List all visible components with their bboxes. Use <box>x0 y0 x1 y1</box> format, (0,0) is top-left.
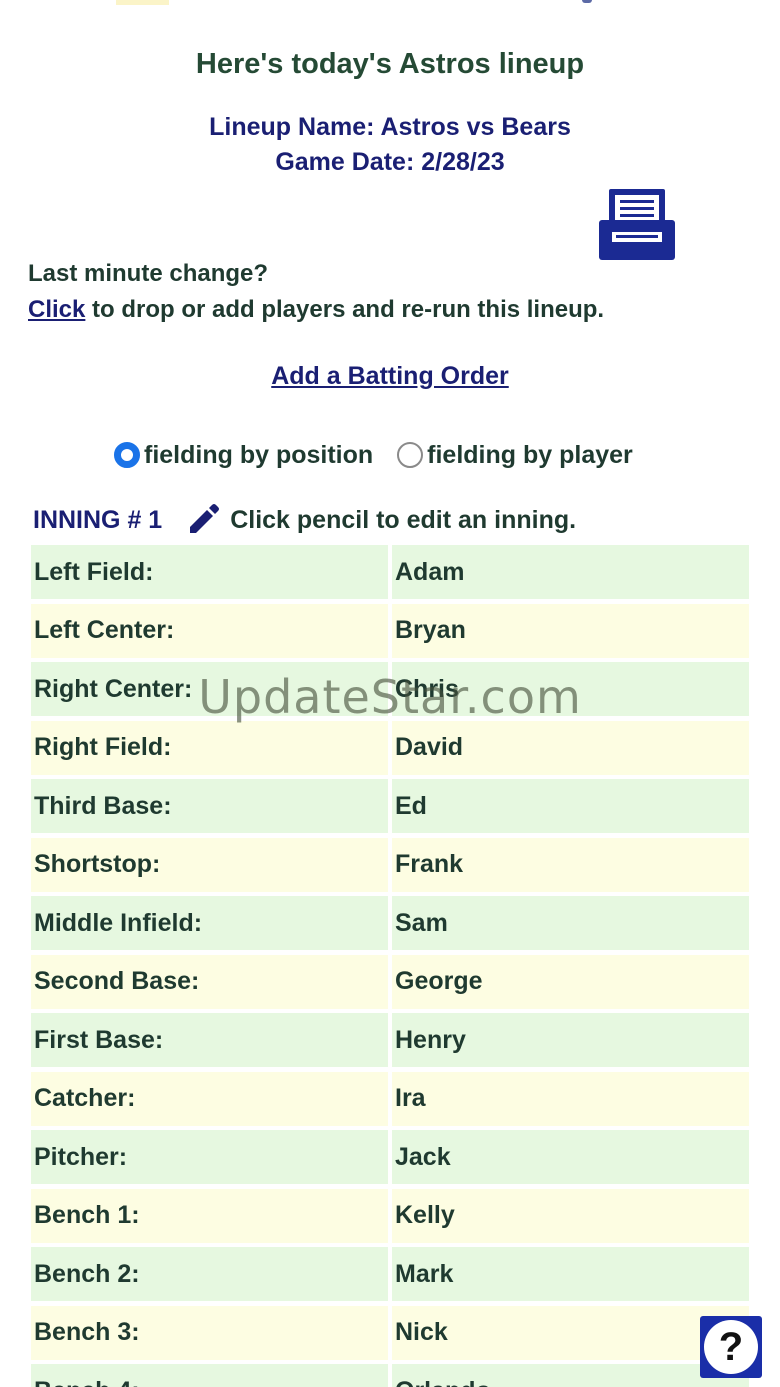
table-row: Catcher: Ira <box>31 1071 749 1126</box>
table-row: Middle Infield: Sam <box>31 896 749 950</box>
lineup-table: Left Field: Adam Left Center: Bryan Right Ce… <box>31 545 749 1387</box>
position-cell: Bench 3: <box>31 1305 388 1360</box>
radio-fielding-by-player[interactable]: fielding by player <box>397 441 633 470</box>
player-cell: Chris <box>392 662 749 716</box>
position-cell: Left Field: <box>31 545 388 599</box>
radio-label-player: fielding by player <box>427 440 633 469</box>
rerun-click-link[interactable]: Click <box>28 296 85 323</box>
position-cell: Right Center: <box>31 662 388 716</box>
help-icon: ? <box>704 1320 758 1374</box>
position-cell: Left Center: <box>31 603 388 658</box>
table-row: Pitcher: Jack <box>31 1130 749 1184</box>
position-cell: Bench 4: <box>31 1364 388 1387</box>
table-row: Left Field: Adam <box>31 545 749 599</box>
player-cell: Orlando <box>392 1364 749 1387</box>
page-title: Here's today's Astros lineup <box>195 48 585 80</box>
radio-selected-icon[interactable] <box>114 442 140 468</box>
table-row: Bench 2: Mark <box>31 1247 749 1301</box>
change-instruction: Click to drop or add players and re-run … <box>28 292 604 328</box>
table-row: Right Center: Chris <box>31 662 749 716</box>
player-cell: Sam <box>392 896 749 950</box>
table-row: Second Base: George <box>31 954 749 1009</box>
player-cell: Frank <box>392 837 749 892</box>
inning-edit-hint: Click pencil to edit an inning. <box>230 505 577 534</box>
lineup-name-value: Astros vs Bears <box>380 113 571 141</box>
position-cell: Pitcher: <box>31 1130 388 1184</box>
player-cell: Kelly <box>392 1188 749 1243</box>
lineup-name-line: Lineup Name: Astros vs Bears <box>0 113 780 142</box>
player-cell: Ira <box>392 1071 749 1126</box>
add-batting-order-link[interactable]: Add a Batting Order <box>271 362 509 390</box>
change-question: Last minute change? <box>28 260 269 287</box>
game-date-value: 2/28/23 <box>421 148 505 176</box>
player-cell: Mark <box>392 1247 749 1301</box>
position-cell: Middle Infield: <box>31 896 388 950</box>
view-mode-radio-group: fielding by position fielding by player <box>114 438 633 472</box>
player-cell: Nick <box>392 1305 749 1360</box>
player-cell: George <box>392 954 749 1009</box>
player-cell: Bryan <box>392 603 749 658</box>
game-date-line: Game Date: 2/28/23 <box>0 148 780 177</box>
player-cell: Adam <box>392 545 749 599</box>
last-minute-change: Last minute change? Click to drop or add… <box>28 256 604 328</box>
table-row: Third Base: Ed <box>31 779 749 833</box>
top-edge-strip <box>116 0 169 5</box>
table-row: Bench 1: Kelly <box>31 1188 749 1243</box>
position-cell: Shortstop: <box>31 837 388 892</box>
print-button[interactable] <box>596 186 678 264</box>
help-button[interactable]: ? <box>700 1316 762 1378</box>
lineup-name-label: Lineup Name: <box>209 113 375 141</box>
table-row: Shortstop: Frank <box>31 837 749 892</box>
table-row: First Base: Henry <box>31 1013 749 1067</box>
inning-label: INNING # 1 <box>33 505 163 534</box>
player-cell: Jack <box>392 1130 749 1184</box>
printer-icon <box>596 186 678 264</box>
position-cell: Catcher: <box>31 1071 388 1126</box>
batting-order-container: Add a Batting Order <box>0 362 780 391</box>
inning-header: INNING # 1 Click pencil to edit an innin… <box>33 497 576 543</box>
table-row: Bench 3: Nick <box>31 1305 749 1360</box>
change-instruction-text: to drop or add players and re-run this l… <box>85 296 605 323</box>
radio-fielding-by-position[interactable]: fielding by position <box>114 441 373 470</box>
top-edge-fragment <box>582 0 592 3</box>
position-cell: Right Field: <box>31 720 388 775</box>
table-row: Bench 4:Orlando <box>31 1364 749 1387</box>
table-row: Right Field: David <box>31 720 749 775</box>
player-cell: Henry <box>392 1013 749 1067</box>
position-cell: First Base: <box>31 1013 388 1067</box>
game-date-label: Game Date: <box>275 148 415 176</box>
position-cell: Bench 1: <box>31 1188 388 1243</box>
position-cell: Second Base: <box>31 954 388 1009</box>
pencil-icon[interactable] <box>186 503 220 537</box>
player-cell: Ed <box>392 779 749 833</box>
radio-unselected-icon[interactable] <box>397 442 424 468</box>
position-cell: Third Base: <box>31 779 388 833</box>
player-cell: David <box>392 720 749 775</box>
radio-label-position: fielding by position <box>144 440 374 469</box>
table-row: Left Center: Bryan <box>31 603 749 658</box>
position-cell: Bench 2: <box>31 1247 388 1301</box>
